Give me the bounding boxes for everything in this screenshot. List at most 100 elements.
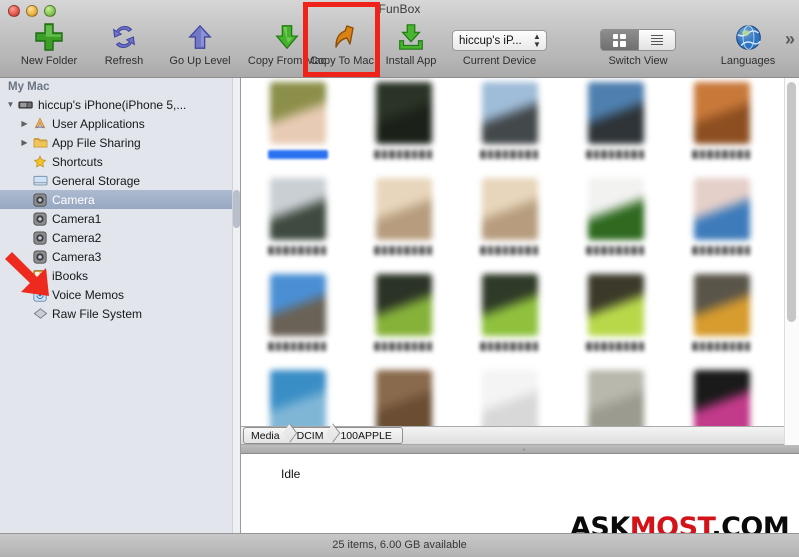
file-grid-item[interactable] [563,78,669,174]
camera-icon [31,192,49,207]
sidebar-scrollbar-thumb[interactable] [233,190,240,228]
raw-disk-icon [31,306,49,321]
toolbar-button-copy-to-mac[interactable]: Copy To Mac [305,20,379,67]
file-grid-item[interactable] [457,78,563,174]
toolbar-label-current-device: Current Device [462,55,537,67]
sidebar-label-raw-file-system: Raw File System [52,306,143,321]
toolbar-label-new-folder: New Folder [20,55,78,67]
breadcrumb-item-dcim[interactable]: DCIM [289,427,334,444]
orange-up-arrow-icon [305,20,379,54]
switch-view-icon-mode[interactable] [601,30,638,50]
file-grid-item[interactable] [457,174,563,270]
toolbar-button-install-app[interactable]: Install App [378,20,444,67]
file-thumbnail [376,178,432,240]
sidebar-label-shortcuts: Shortcuts [52,154,103,169]
sidebar-item-user-applications[interactable]: ▶ User Applications [0,114,240,133]
file-thumbnail [694,370,750,432]
toolbar-overflow-button[interactable]: » [785,30,795,48]
chevron-updown-icon: ▲ ▼ [533,31,541,49]
file-thumbnail [482,82,538,144]
twisty-icon[interactable]: ▶ [18,138,31,147]
file-name-label [480,246,540,255]
sidebar-item-general-storage[interactable]: General Storage [0,171,240,190]
file-grid-item[interactable] [563,174,669,270]
refresh-arrows-icon [96,20,152,54]
main-body: My Mac ▼ hiccup's iPhone(iPhone 5,... ▶ … [0,78,799,533]
file-thumbnail [270,274,326,336]
file-name-label [268,342,328,351]
funbox-window: FunBox New Folder Refresh Go Up Level Co… [0,0,799,557]
breadcrumb-bar: Media DCIM 100APPLE [241,426,784,445]
splitter-grip[interactable] [519,447,529,452]
file-name-label [374,246,434,255]
file-grid-item[interactable] [245,174,351,270]
sidebar-item-app-file-sharing[interactable]: ▶ App File Sharing [0,133,240,152]
toolbar-button-languages[interactable]: Languages [715,20,781,67]
file-thumbnail [588,370,644,432]
log-status-text: Idle [281,467,301,481]
sidebar-item-camera3[interactable]: Camera3 [0,247,240,266]
sidebar-label-camera: Camera [52,192,95,207]
file-grid-item[interactable] [563,270,669,366]
file-thumbnail [694,178,750,240]
sidebar-item-shortcuts[interactable]: Shortcuts [0,152,240,171]
thumbnail-grid [245,78,775,462]
sidebar-item-raw-file-system[interactable]: Raw File System [0,304,240,323]
file-grid-item[interactable] [669,270,775,366]
file-grid-item[interactable] [245,270,351,366]
sidebar: My Mac ▼ hiccup's iPhone(iPhone 5,... ▶ … [0,78,241,533]
sidebar-item-camera1[interactable]: Camera1 [0,209,240,228]
twisty-icon[interactable]: ▼ [4,100,17,109]
file-name-label [586,342,646,351]
file-grid-item[interactable] [351,270,457,366]
file-thumbnail [376,274,432,336]
content-scrollbar-thumb[interactable] [787,82,796,322]
camera-icon [31,211,49,226]
sidebar-item-voice-memos[interactable]: Voice Memos [0,285,240,304]
file-thumbnail [482,178,538,240]
switch-view-list-mode[interactable] [637,30,675,50]
book-icon [31,268,49,283]
sidebar-item-camera[interactable]: Camera [0,190,240,209]
sidebar-label-ibooks: iBooks [52,268,89,283]
folder-icon [31,135,49,150]
current-device-popup[interactable]: hiccup's iP... ▲ ▼ [452,30,547,51]
toolbar-button-new-folder[interactable]: New Folder [14,20,84,67]
breadcrumb-item-media[interactable]: Media [243,427,290,444]
file-name-label [374,342,434,351]
file-grid-item[interactable] [351,174,457,270]
current-device-value: hiccup's iP... [459,34,522,47]
file-grid-item[interactable] [245,78,351,174]
file-name-label [692,342,752,351]
toolbar-button-refresh[interactable]: Refresh [96,20,152,67]
toolbar-button-go-up-level[interactable]: Go Up Level [160,20,240,67]
file-grid-item[interactable] [351,78,457,174]
toolbar-label-languages: Languages [720,55,776,67]
file-thumbnail [270,370,326,432]
pane-splitter[interactable] [241,445,799,454]
sidebar-item-camera2[interactable]: Camera2 [0,228,240,247]
breadcrumb-item-100apple[interactable]: 100APPLE [333,427,403,444]
toolbar-label-install-app: Install App [385,55,437,67]
file-name-label [480,342,540,351]
grid-view-icon [612,33,626,47]
window-title: FunBox [378,2,421,16]
file-grid-item[interactable] [669,78,775,174]
file-name-label [268,150,328,159]
sidebar-item-ibooks[interactable]: iBooks [0,266,240,285]
sidebar-label-camera3: Camera3 [52,249,102,264]
file-name-label [586,150,646,159]
sidebar-item-iphone[interactable]: ▼ hiccup's iPhone(iPhone 5,... [0,95,240,114]
file-grid-item[interactable] [669,174,775,270]
file-thumbnail [376,370,432,432]
camera-icon [31,230,49,245]
twisty-icon[interactable]: ▶ [18,119,31,128]
sidebar-label-app-file-sharing: App File Sharing [52,135,141,150]
switch-view-segmented-control[interactable] [600,29,676,51]
file-name-label [268,246,328,255]
list-view-icon [650,34,663,46]
file-grid-item[interactable] [457,270,563,366]
file-thumbnail [482,370,538,432]
file-thumbnail [694,274,750,336]
sidebar-scrollbar[interactable] [232,78,240,533]
